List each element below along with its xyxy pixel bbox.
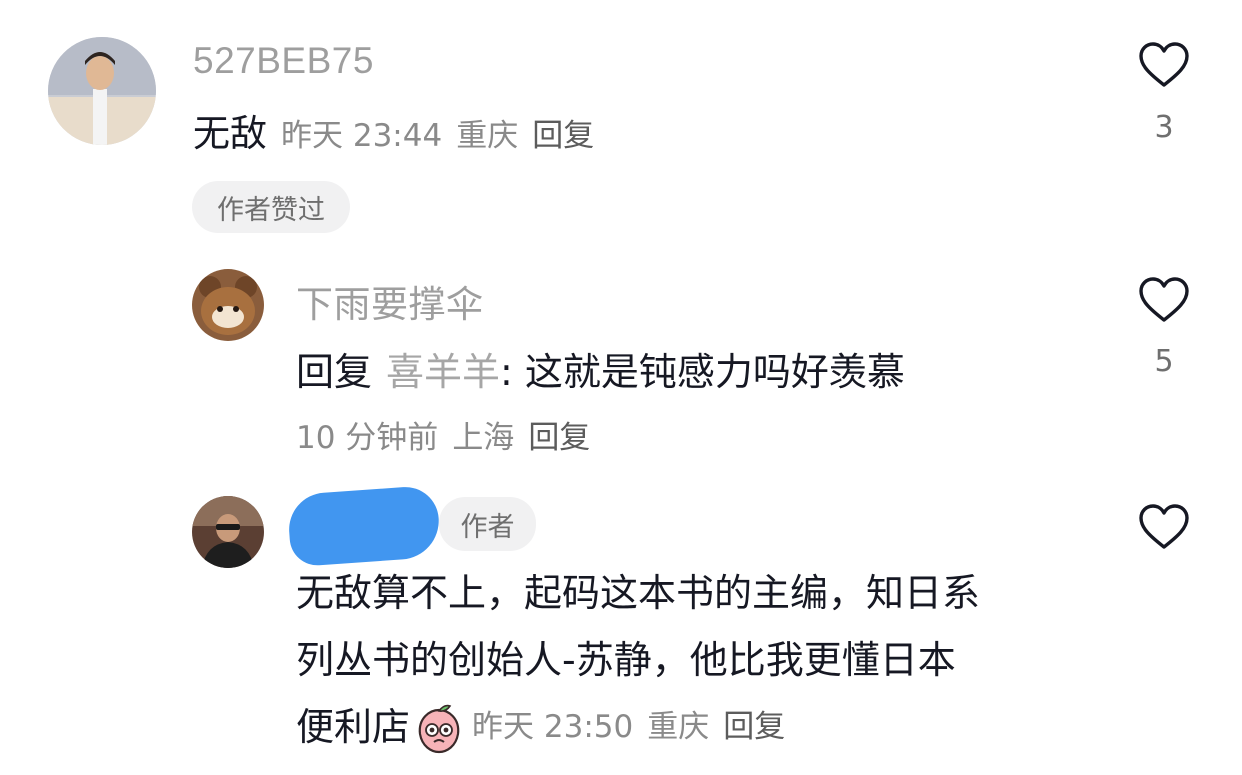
comment-meta-row: 无敌 昨天 23:44 重庆 回复 xyxy=(193,110,594,155)
like-button[interactable] xyxy=(1138,41,1190,89)
reply-button[interactable]: 回复 xyxy=(532,110,594,155)
reply-prefix: 回复 xyxy=(296,350,373,394)
comment-time: 10 分钟前 xyxy=(296,420,439,456)
heart-outline-icon xyxy=(1139,504,1189,549)
heart-outline-icon xyxy=(1139,42,1189,87)
comment-meta-row: 10 分钟前 上海 回复 xyxy=(296,412,590,457)
comment-username[interactable]: 下雨要撑伞 xyxy=(296,274,484,328)
comment-location: 重庆 xyxy=(456,118,519,154)
comment-location: 上海 xyxy=(452,420,515,456)
comment-location: 重庆 xyxy=(647,709,710,745)
comment-last-line: 便利店 昨天 23:50 重庆 回复 xyxy=(296,694,1096,761)
reply-button[interactable]: 回复 xyxy=(723,694,785,761)
comment-text-line: 列丛书的创始人-苏静，他比我更懂日本 xyxy=(296,638,956,682)
like-count: 5 xyxy=(1154,344,1174,379)
avatar-下雨要撑伞[interactable] xyxy=(192,269,264,341)
comment-text-line: 无敌算不上，起码这本书的主编，知日系 xyxy=(296,571,981,615)
reply-button[interactable]: 回复 xyxy=(528,412,590,457)
author-liked-badge: 作者赞过 xyxy=(192,181,350,233)
comment-username[interactable]: 527BEB75 xyxy=(193,40,374,82)
comment-text: : 这就是钝感力吗好羡慕 xyxy=(500,350,905,394)
comment-text-row: 回复 喜羊羊 : 这就是钝感力吗好羡慕 xyxy=(296,341,905,396)
reply-target-username[interactable]: 喜羊羊 xyxy=(386,341,500,396)
like-button[interactable] xyxy=(1138,503,1190,551)
avatar-author[interactable] xyxy=(192,496,264,568)
like-button[interactable] xyxy=(1138,276,1190,324)
like-count: 3 xyxy=(1154,110,1174,145)
comment-body: 无敌算不上，起码这本书的主编，知日系 列丛书的创始人-苏静，他比我更懂日本 便利… xyxy=(296,560,1096,761)
redacted-username xyxy=(286,484,442,568)
comment-text: 无敌 xyxy=(193,112,267,155)
heart-outline-icon xyxy=(1139,277,1189,322)
avatar-527BEB75[interactable] xyxy=(48,37,156,145)
comment-text-line: 便利店 xyxy=(296,705,411,749)
peach-emoji-icon xyxy=(414,702,464,754)
author-tag: 作者 xyxy=(439,497,536,551)
comment-time: 昨天 23:50 xyxy=(472,709,634,745)
comment-time: 昨天 23:44 xyxy=(281,118,443,154)
